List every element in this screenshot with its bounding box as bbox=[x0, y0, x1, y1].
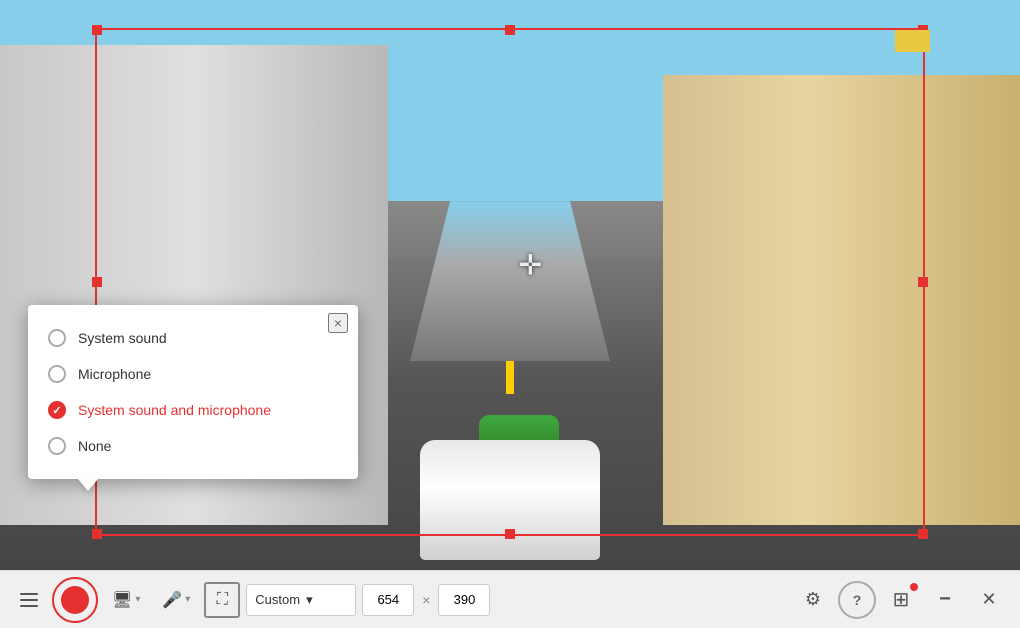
audio-option-system-and-mic[interactable]: System sound and microphone bbox=[28, 392, 358, 428]
record-button-inner bbox=[61, 586, 89, 614]
screen-group: 🖥 ▾ bbox=[104, 584, 148, 616]
screen-source-button[interactable]: 🖥 ▾ bbox=[104, 584, 148, 616]
record-button[interactable] bbox=[52, 577, 98, 623]
apps-notification-dot bbox=[910, 583, 918, 591]
settings-icon: ⚙ bbox=[805, 589, 821, 610]
audio-option-system-sound[interactable]: System sound bbox=[28, 320, 358, 356]
capture-area-icon: ⛶ bbox=[217, 591, 228, 609]
minimize-icon: − bbox=[939, 588, 951, 611]
help-icon: ? bbox=[853, 592, 862, 608]
radio-system-and-mic[interactable] bbox=[48, 401, 66, 419]
yellow-corner-marker bbox=[895, 30, 930, 52]
move-cursor-icon: ✛ bbox=[519, 248, 542, 281]
resolution-dropdown-label: Custom bbox=[255, 592, 300, 607]
mic-dropdown-arrow: ▾ bbox=[185, 594, 190, 605]
close-icon: ✕ bbox=[981, 589, 996, 610]
car-white bbox=[420, 440, 600, 560]
mic-group: 🎤 ▾ bbox=[154, 584, 198, 616]
audio-option-none[interactable]: None bbox=[28, 428, 358, 464]
audio-options-panel: × System sound Microphone System sound a… bbox=[28, 305, 358, 479]
help-button[interactable]: ? bbox=[838, 581, 876, 619]
resolution-dropdown-arrow: ▾ bbox=[306, 592, 347, 608]
resolution-dropdown[interactable]: Custom ▾ bbox=[246, 584, 356, 616]
capture-area-button[interactable]: ⛶ bbox=[204, 582, 240, 618]
settings-button[interactable]: ⚙ bbox=[794, 581, 832, 619]
none-label: None bbox=[78, 438, 111, 454]
dimension-separator: × bbox=[422, 592, 430, 608]
radio-system-sound[interactable] bbox=[48, 329, 66, 347]
panel-arrow bbox=[78, 479, 98, 491]
hamburger-line-3 bbox=[20, 605, 38, 607]
mic-icon: 🎤 bbox=[162, 590, 182, 610]
menu-button[interactable] bbox=[12, 585, 46, 615]
monitor-icon: 🖥 bbox=[112, 590, 132, 610]
mic-source-button[interactable]: 🎤 ▾ bbox=[154, 584, 198, 616]
width-input[interactable] bbox=[362, 584, 414, 616]
microphone-label: Microphone bbox=[78, 366, 151, 382]
hamburger-line-1 bbox=[20, 593, 38, 595]
system-sound-label: System sound bbox=[78, 330, 167, 346]
building-right bbox=[663, 75, 1020, 525]
close-button[interactable]: ✕ bbox=[970, 581, 1008, 619]
radio-none[interactable] bbox=[48, 437, 66, 455]
toolbar: 🖥 ▾ 🎤 ▾ ⛶ Custom ▾ × ⚙ ? ⊞ − bbox=[0, 570, 1020, 628]
apps-button[interactable]: ⊞ bbox=[882, 581, 920, 619]
system-and-mic-label: System sound and microphone bbox=[78, 402, 271, 418]
hamburger-line-2 bbox=[20, 599, 38, 601]
minimize-button[interactable]: − bbox=[926, 581, 964, 619]
panel-close-button[interactable]: × bbox=[328, 313, 348, 333]
height-input[interactable] bbox=[438, 584, 490, 616]
screen-dropdown-arrow: ▾ bbox=[135, 594, 140, 605]
game-area: ✛ × System sound Microphone System sound… bbox=[0, 0, 1020, 575]
apps-icon: ⊞ bbox=[893, 587, 910, 612]
radio-microphone[interactable] bbox=[48, 365, 66, 383]
audio-option-microphone[interactable]: Microphone bbox=[28, 356, 358, 392]
